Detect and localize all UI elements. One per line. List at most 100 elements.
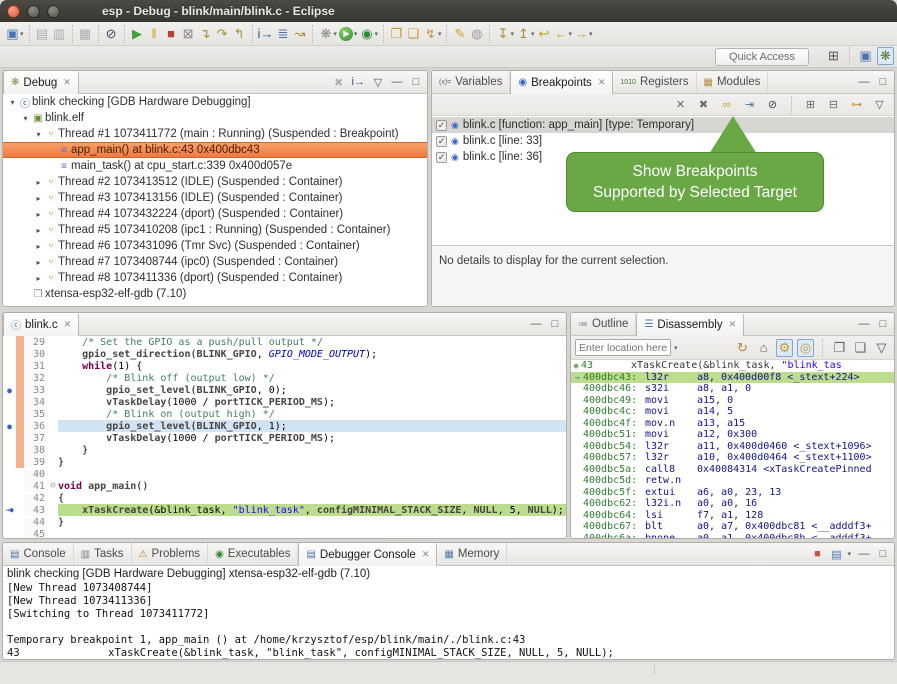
maximize-button[interactable]: □ bbox=[876, 73, 890, 91]
code-line[interactable]: 44} bbox=[3, 516, 566, 528]
disassembly-row[interactable]: 400dbc54:l32ra11, 0x400d0460 <_stext+109… bbox=[571, 441, 894, 453]
tab-disassembly[interactable]: ☰Disassembly✕ bbox=[636, 313, 744, 336]
disassembly-row[interactable]: 400dbc57:l32ra10, 0x400d0464 <_stext+110… bbox=[571, 452, 894, 464]
show-supported-breakpoints-button[interactable]: ∞ bbox=[718, 96, 735, 114]
code-line[interactable]: ●36 gpio_set_level(BLINK_GPIO, 1); bbox=[3, 420, 566, 432]
code-editor[interactable]: 29 /* Set the GPIO as a push/pull output… bbox=[3, 336, 566, 538]
minimize-button[interactable]: — bbox=[857, 545, 871, 563]
code-line[interactable]: 41⊝void app_main() bbox=[3, 480, 566, 492]
disassembly-row[interactable]: 400dbc5d:retw.n bbox=[571, 475, 894, 487]
code-text[interactable]: /* Blink on (output high) */ bbox=[58, 408, 566, 420]
debug-tree-item[interactable]: ▾ⓒblink checking [GDB Hardware Debugging… bbox=[3, 94, 427, 110]
sync-selection-toggle[interactable]: ◎ bbox=[797, 339, 814, 357]
maximize-button[interactable]: □ bbox=[548, 315, 562, 333]
back-button[interactable]: ← bbox=[553, 25, 570, 43]
new-wizard-button-menu-icon[interactable]: ▾ bbox=[20, 30, 24, 38]
expand-all-button[interactable]: ⊞ bbox=[802, 96, 819, 114]
disassembly-row[interactable]: 400dbc51:movia12, 0x300 bbox=[571, 429, 894, 441]
console-output[interactable]: [New Thread 1073408744][New Thread 10734… bbox=[3, 581, 894, 660]
view-menu-icon[interactable]: ▽ bbox=[371, 73, 385, 91]
brush-button[interactable]: ✎ bbox=[451, 25, 468, 43]
code-text[interactable]: gpio_set_level(BLINK_GPIO, 0); bbox=[58, 384, 566, 396]
breakpoint-checkbox[interactable]: ✓ bbox=[436, 136, 447, 147]
code-text[interactable]: } bbox=[58, 444, 566, 456]
resume-button[interactable]: ▶ bbox=[129, 25, 146, 43]
disassembly-row[interactable]: 400dbc49:movia15, 0 bbox=[571, 395, 894, 407]
code-line[interactable]: 34 vTaskDelay(1000 / portTICK_PERIOD_MS)… bbox=[3, 396, 566, 408]
launch-flash-button-menu-icon[interactable]: ▾ bbox=[438, 30, 442, 38]
debug-tree-item[interactable]: ▸⑂Thread #5 1073410208 (ipc1 : Running) … bbox=[3, 222, 427, 238]
run-dropdown-button-menu-icon[interactable]: ▾ bbox=[354, 30, 358, 38]
tab-memory[interactable]: ▦Memory bbox=[437, 543, 507, 565]
code-text[interactable] bbox=[58, 468, 566, 480]
disassembly-row[interactable]: 400dbc6a:bnonea0, a1, 0x400dbc8b <__addd… bbox=[571, 533, 894, 539]
code-text[interactable]: vTaskDelay(1000 / portTICK_PERIOD_MS); bbox=[58, 432, 566, 444]
minimize-button[interactable]: — bbox=[390, 73, 404, 91]
debug-tree-item[interactable]: ▾▣blink.elf bbox=[3, 110, 427, 126]
tab-console[interactable]: ▤Console bbox=[3, 543, 74, 565]
breakpoint-marker-icon[interactable]: ● bbox=[3, 386, 16, 395]
code-text[interactable]: } bbox=[58, 456, 566, 468]
launch-flash-button[interactable]: ↯ bbox=[422, 25, 439, 43]
drop-to-frame-button[interactable]: ≣ bbox=[274, 25, 291, 43]
terminate-console-button[interactable]: ■ bbox=[810, 545, 824, 563]
debug-tree-item[interactable]: ▸⑂Thread #2 1073413512 (IDLE) (Suspended… bbox=[3, 174, 427, 190]
view-menu-icon[interactable]: ▽ bbox=[871, 96, 888, 114]
breakpoint-item[interactable]: ✓◉blink.c [line: 33] bbox=[432, 133, 894, 149]
disassembly-row[interactable]: 400dbc5a:call80x40084314 <xTaskCreatePin… bbox=[571, 464, 894, 476]
use-step-filters-button[interactable]: ↝ bbox=[291, 25, 308, 43]
tab-registers[interactable]: 1010Registers bbox=[613, 71, 696, 93]
previous-annotation-button-menu-icon[interactable]: ▾ bbox=[531, 30, 535, 38]
debug-tree-item[interactable]: ❒xtensa-esp32-elf-gdb (7.10) bbox=[3, 286, 427, 302]
debug-tree-item[interactable]: ▸⑂Thread #3 1073413156 (IDLE) (Suspended… bbox=[3, 190, 427, 206]
debug-tree-item[interactable]: ▾⑂Thread #1 1073411772 (main : Running) … bbox=[3, 126, 427, 142]
minimize-button[interactable]: — bbox=[529, 315, 543, 333]
debug-dropdown-button[interactable]: ❋ bbox=[317, 25, 334, 43]
quick-access-button[interactable]: Quick Access bbox=[715, 48, 809, 66]
skip-all-breakpoints-button[interactable]: ⊘ bbox=[103, 25, 120, 43]
run-dropdown-button[interactable]: ▶ bbox=[338, 25, 355, 43]
tab-outline[interactable]: ≔Outline bbox=[571, 313, 636, 335]
skip-all-breakpoints-toggle[interactable]: ⊘ bbox=[764, 96, 781, 114]
breakpoint-marker-icon[interactable]: ● bbox=[3, 422, 16, 431]
show-source-toggle[interactable]: ⚙ bbox=[776, 339, 793, 357]
previous-annotation-button[interactable]: ↥ bbox=[515, 25, 532, 43]
pin-view-icon[interactable]: ❏ bbox=[852, 339, 869, 357]
tab-close-icon[interactable]: ✕ bbox=[729, 319, 737, 330]
window-maximize-button[interactable] bbox=[47, 5, 60, 18]
expand-arrow-icon[interactable]: ▸ bbox=[33, 210, 44, 219]
disassembly-listing[interactable]: ◉43xTaskCreate(&blink_task, "blink_tas→4… bbox=[571, 360, 894, 538]
code-line[interactable]: 39} bbox=[3, 456, 566, 468]
expand-arrow-icon[interactable]: ▾ bbox=[7, 98, 18, 107]
disassembly-row[interactable]: 400dbc62:l32i.na0, a0, 16 bbox=[571, 498, 894, 510]
link-with-debug-button[interactable]: ⊶ bbox=[848, 96, 865, 114]
debug-tree-item[interactable]: ≡app_main() at blink.c:43 0x400dbc43 bbox=[3, 142, 427, 158]
remove-breakpoint-button[interactable]: ✕ bbox=[672, 96, 689, 114]
expand-arrow-icon[interactable]: ▾ bbox=[33, 130, 44, 139]
build-button[interactable]: ▦ bbox=[77, 25, 94, 43]
code-text[interactable]: gpio_set_direction(BLINK_GPIO, GPIO_MODE… bbox=[58, 348, 566, 360]
expand-arrow-icon[interactable]: ▸ bbox=[33, 242, 44, 251]
code-line[interactable]: 32 /* Blink off (output low) */ bbox=[3, 372, 566, 384]
tab-close-icon[interactable]: ✕ bbox=[64, 319, 72, 330]
breakpoint-item[interactable]: ✓◉blink.c [function: app_main] [type: Te… bbox=[432, 117, 894, 133]
folder-button[interactable]: ❏ bbox=[405, 25, 422, 43]
tab-debug[interactable]: ❋Debug✕ bbox=[3, 71, 79, 94]
view-menu-icon[interactable]: ▽ bbox=[873, 339, 890, 357]
window-minimize-button[interactable] bbox=[27, 5, 40, 18]
sash-grip[interactable]: ⁞ bbox=[653, 665, 657, 676]
tab-close-icon[interactable]: ✕ bbox=[598, 77, 606, 88]
home-icon[interactable]: ⌂ bbox=[755, 339, 772, 357]
code-text[interactable]: { bbox=[58, 492, 566, 504]
debug-tree-item[interactable]: ▸⑂Thread #6 1073431096 (Tmr Svc) (Suspen… bbox=[3, 238, 427, 254]
forward-button-menu-icon[interactable]: ▾ bbox=[589, 30, 593, 38]
instruction-stepping-button[interactable]: i→ bbox=[257, 25, 275, 43]
remove-all-terminated-button[interactable]: ✖ bbox=[332, 73, 346, 91]
code-text[interactable]: } bbox=[58, 516, 566, 528]
next-annotation-button[interactable]: ↧ bbox=[494, 25, 511, 43]
globe-button[interactable]: ◍ bbox=[468, 25, 485, 43]
step-over-button[interactable]: ↷ bbox=[214, 25, 231, 43]
maximize-button[interactable]: □ bbox=[876, 545, 890, 563]
tab-problems[interactable]: ⚠Problems bbox=[132, 543, 209, 565]
debug-dropdown-button-menu-icon[interactable]: ▾ bbox=[333, 30, 337, 38]
